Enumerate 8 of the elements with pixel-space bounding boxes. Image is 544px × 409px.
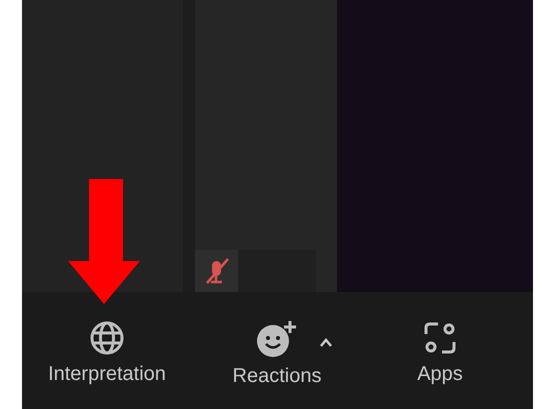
toolbar-button[interactable]: Reactions bbox=[223, 320, 331, 386]
smiley-plus-icon bbox=[255, 320, 299, 358]
globe-icon bbox=[89, 320, 125, 356]
muted-microphone-icon bbox=[204, 257, 230, 285]
toolbar-button[interactable]: Interpretation bbox=[32, 320, 182, 384]
caret-icon[interactable] bbox=[319, 338, 333, 347]
apps-icon bbox=[422, 320, 458, 356]
toolbar-button[interactable]: Apps bbox=[400, 320, 480, 384]
